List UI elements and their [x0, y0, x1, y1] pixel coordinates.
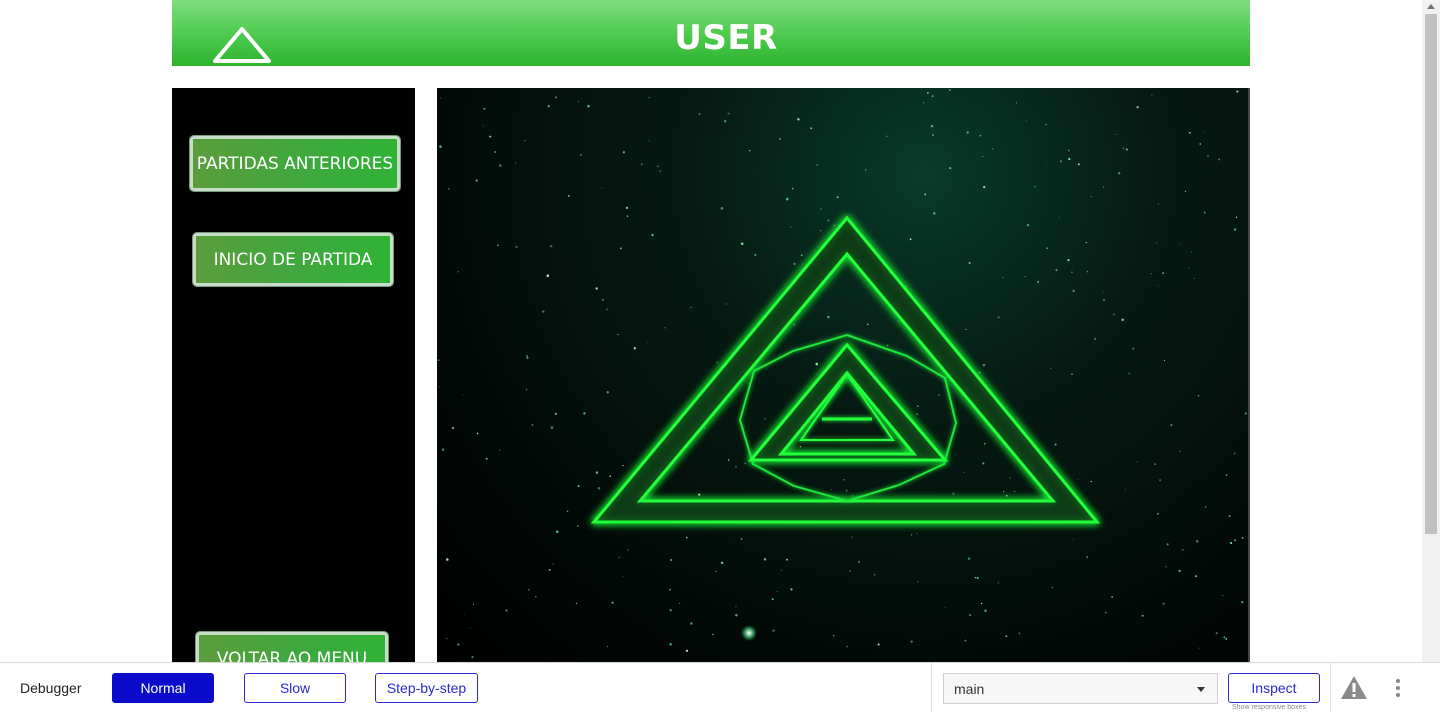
scroll-up-icon[interactable]	[1427, 4, 1435, 9]
previous-matches-button[interactable]: PARTIDAS ANTERIORES	[190, 136, 400, 191]
screen-select-value: main	[954, 681, 985, 697]
debugger-tools: main Inspect Show responsive boxes	[931, 663, 1440, 712]
vertical-scrollbar[interactable]	[1422, 0, 1440, 662]
start-match-button[interactable]: INICIO DE PARTIDA	[193, 233, 393, 286]
header-divider	[172, 66, 1250, 88]
page-title: USER	[674, 18, 778, 58]
bright-star	[741, 625, 757, 641]
toolbar-divider	[1330, 663, 1331, 712]
column-divider	[415, 88, 437, 662]
back-to-menu-button[interactable]: VOLTAR AO MENU	[196, 632, 388, 662]
screen-select[interactable]: main	[943, 673, 1218, 704]
header-bar: USER	[172, 0, 1250, 66]
warning-triangle-icon[interactable]	[1340, 675, 1368, 700]
inspect-hint: Show responsive boxes	[1232, 704, 1306, 711]
app-window: USER PARTIDAS ANTERIORES INICIO DE PARTI…	[0, 0, 1440, 712]
game-canvas[interactable]	[437, 88, 1250, 662]
chevron-down-icon	[1197, 687, 1205, 692]
debugger-bar: Debugger Normal Slow Step-by-step main I…	[0, 662, 1440, 712]
inspect-button[interactable]: Inspect	[1228, 673, 1320, 703]
scroll-thumb[interactable]	[1425, 14, 1437, 534]
game-graphic	[437, 89, 1248, 659]
sidebar: PARTIDAS ANTERIORES INICIO DE PARTIDA VO…	[172, 88, 415, 662]
mode-step-button[interactable]: Step-by-step	[375, 673, 478, 703]
more-vertical-icon[interactable]	[1394, 677, 1402, 699]
page-margin	[1250, 0, 1422, 662]
mode-slow-button[interactable]: Slow	[244, 673, 346, 703]
debugger-label: Debugger	[20, 680, 82, 696]
mode-normal-button[interactable]: Normal	[112, 673, 214, 703]
